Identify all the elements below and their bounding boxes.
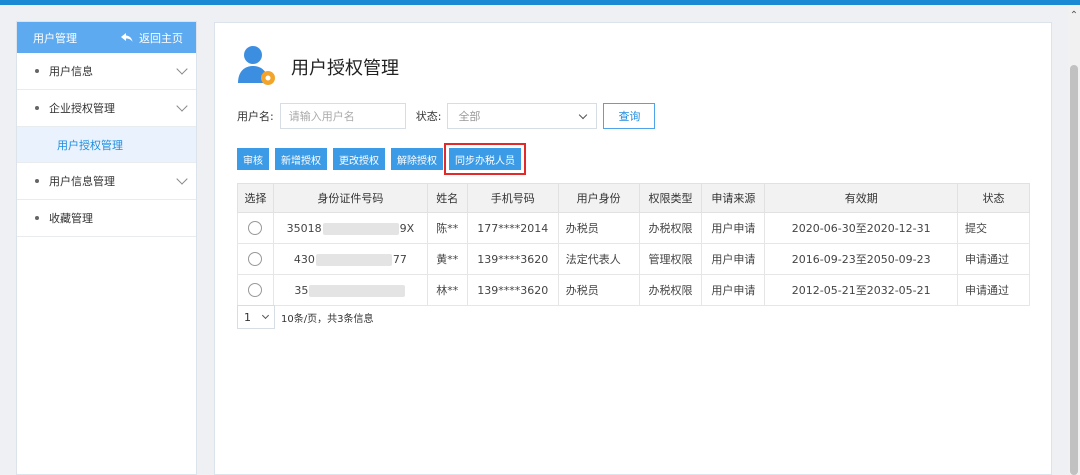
user-settings-icon [238,46,275,85]
scrollbar-thumb[interactable] [1070,65,1078,475]
username-input[interactable] [279,103,406,129]
masked-region [322,222,399,235]
table-row[interactable]: 35018 9X 陈** 177****2014 办税员 办税权限 用户申请 20… [237,212,1030,244]
chevron-down-icon [261,311,270,320]
id-prefix: 35 [294,283,309,297]
cell-source: 用户申请 [701,212,766,244]
cell-id-number: 35018 9X [272,212,428,244]
cell-phone: 139****3620 [466,243,559,275]
back-home-link[interactable]: 返回主页 [121,30,183,46]
action-toolbar: 审核 新增授权 更改授权 解除授权 同步办税人员 [237,143,526,175]
sidebar-item-label: 用户信息 [49,65,93,78]
row-radio[interactable] [248,221,263,235]
table-row[interactable]: 430 77 黄** 139****3620 法定代表人 管理权限 用户申请 20… [237,243,1030,275]
table-header-row: 选择 身份证件号码 姓名 手机号码 用户身份 权限类型 申请来源 有效期 状态 [237,183,1030,213]
sidebar-title: 用户管理 [33,31,77,45]
sidebar-item-label: 收藏管理 [49,212,93,225]
chevron-down-icon [176,63,188,75]
cell-status: 申请通过 [957,274,1030,306]
cell-source: 用户申请 [701,243,766,275]
status-label: 状态: [415,110,442,123]
id-suffix: 77 [392,252,407,266]
sidebar-item-user-info[interactable]: 用户信息 [17,53,196,90]
username-label: 用户名: [237,110,274,123]
review-button[interactable]: 审核 [237,148,269,170]
scrollbar[interactable]: ⌃ [1068,5,1080,475]
col-name: 姓名 [426,183,468,213]
bullet-icon [35,69,39,73]
col-source: 申请来源 [701,183,766,213]
cell-name: 林** [426,274,468,306]
cell-perm-type: 办税权限 [638,274,703,306]
status-select[interactable]: 全部 [447,103,598,129]
id-suffix: 9X [399,221,415,235]
filter-bar: 用户名: 状态: 全部 查询 [237,103,656,129]
bullet-icon [35,179,39,183]
bullet-icon [35,106,39,110]
sidebar-item-user-info-manage[interactable]: 用户信息管理 [17,163,196,200]
scroll-up-icon[interactable]: ⌃ [1069,11,1079,21]
bullet-icon [35,216,39,220]
cell-id-number: 35 [272,274,428,306]
col-perm-type: 权限类型 [638,183,703,213]
main-panel: 用户授权管理 用户名: 状态: 全部 查询 审核 新增授权 更改授权 解除授权 … [214,22,1052,475]
sidebar: 用户管理 返回主页 用户信息 企业授权管理 用户授权管理 用户信息管理 收藏管理 [16,21,197,475]
masked-region [309,284,406,297]
sidebar-item-favorites[interactable]: 收藏管理 [17,200,196,237]
page-header: 用户授权管理 [237,45,399,87]
sidebar-item-enterprise-auth[interactable]: 企业授权管理 [17,90,196,127]
cell-name: 黄** [426,243,468,275]
change-auth-button[interactable]: 更改授权 [333,148,385,170]
cell-status: 提交 [957,212,1030,244]
cell-name: 陈** [426,212,468,244]
status-select-value: 全部 [458,110,481,123]
col-status: 状态 [957,183,1030,213]
add-auth-button[interactable]: 新增授权 [275,148,327,170]
cell-role: 办税员 [557,274,640,306]
cell-role: 法定代表人 [557,243,640,275]
sidebar-subitem-user-auth[interactable]: 用户授权管理 [17,127,196,163]
table-row[interactable]: 35 林** 139****3620 办税员 办税权限 用户申请 2012-05… [237,274,1030,306]
pagination: 1 10条/页，共3条信息 [237,305,373,329]
id-prefix: 430 [293,252,315,266]
back-home-label: 返回主页 [139,31,183,45]
page-number: 1 [244,310,251,324]
cell-source: 用户申请 [701,274,766,306]
col-role: 用户身份 [557,183,640,213]
cell-role: 办税员 [557,212,640,244]
pagination-info: 10条/页，共3条信息 [281,313,374,325]
col-phone: 手机号码 [466,183,559,213]
row-radio[interactable] [248,252,263,266]
chevron-down-icon [176,173,188,185]
row-radio[interactable] [248,283,263,297]
col-validity: 有效期 [764,183,959,213]
chevron-down-icon [176,100,188,112]
col-id-number: 身份证件号码 [272,183,428,213]
cell-phone: 139****3620 [466,274,559,306]
cell-validity: 2020-06-30至2020-12-31 [764,212,959,244]
sidebar-subitem-label: 用户授权管理 [57,138,123,152]
revoke-auth-button[interactable]: 解除授权 [391,148,443,170]
sync-tax-staff-button[interactable]: 同步办税人员 [444,143,526,175]
masked-region [315,253,392,266]
cell-status: 申请通过 [957,243,1030,275]
auth-table: 选择 身份证件号码 姓名 手机号码 用户身份 权限类型 申请来源 有效期 状态 … [237,183,1030,306]
cell-perm-type: 管理权限 [638,243,703,275]
query-button[interactable]: 查询 [603,103,656,129]
col-select: 选择 [237,183,274,213]
top-bar [0,0,1080,5]
id-prefix: 35018 [286,221,322,235]
sidebar-item-label: 用户信息管理 [49,175,115,188]
chevron-down-icon [579,110,588,119]
page-title: 用户授权管理 [291,58,399,79]
cell-id-number: 430 77 [272,243,428,275]
cell-validity: 2016-09-23至2050-09-23 [764,243,959,275]
cell-phone: 177****2014 [466,212,559,244]
cell-validity: 2012-05-21至2032-05-21 [764,274,959,306]
page-size-select[interactable]: 1 [237,305,275,329]
cell-perm-type: 办税权限 [638,212,703,244]
sidebar-item-label: 企业授权管理 [49,102,115,115]
sidebar-header: 用户管理 返回主页 [17,22,196,53]
back-arrow-icon [121,32,133,42]
